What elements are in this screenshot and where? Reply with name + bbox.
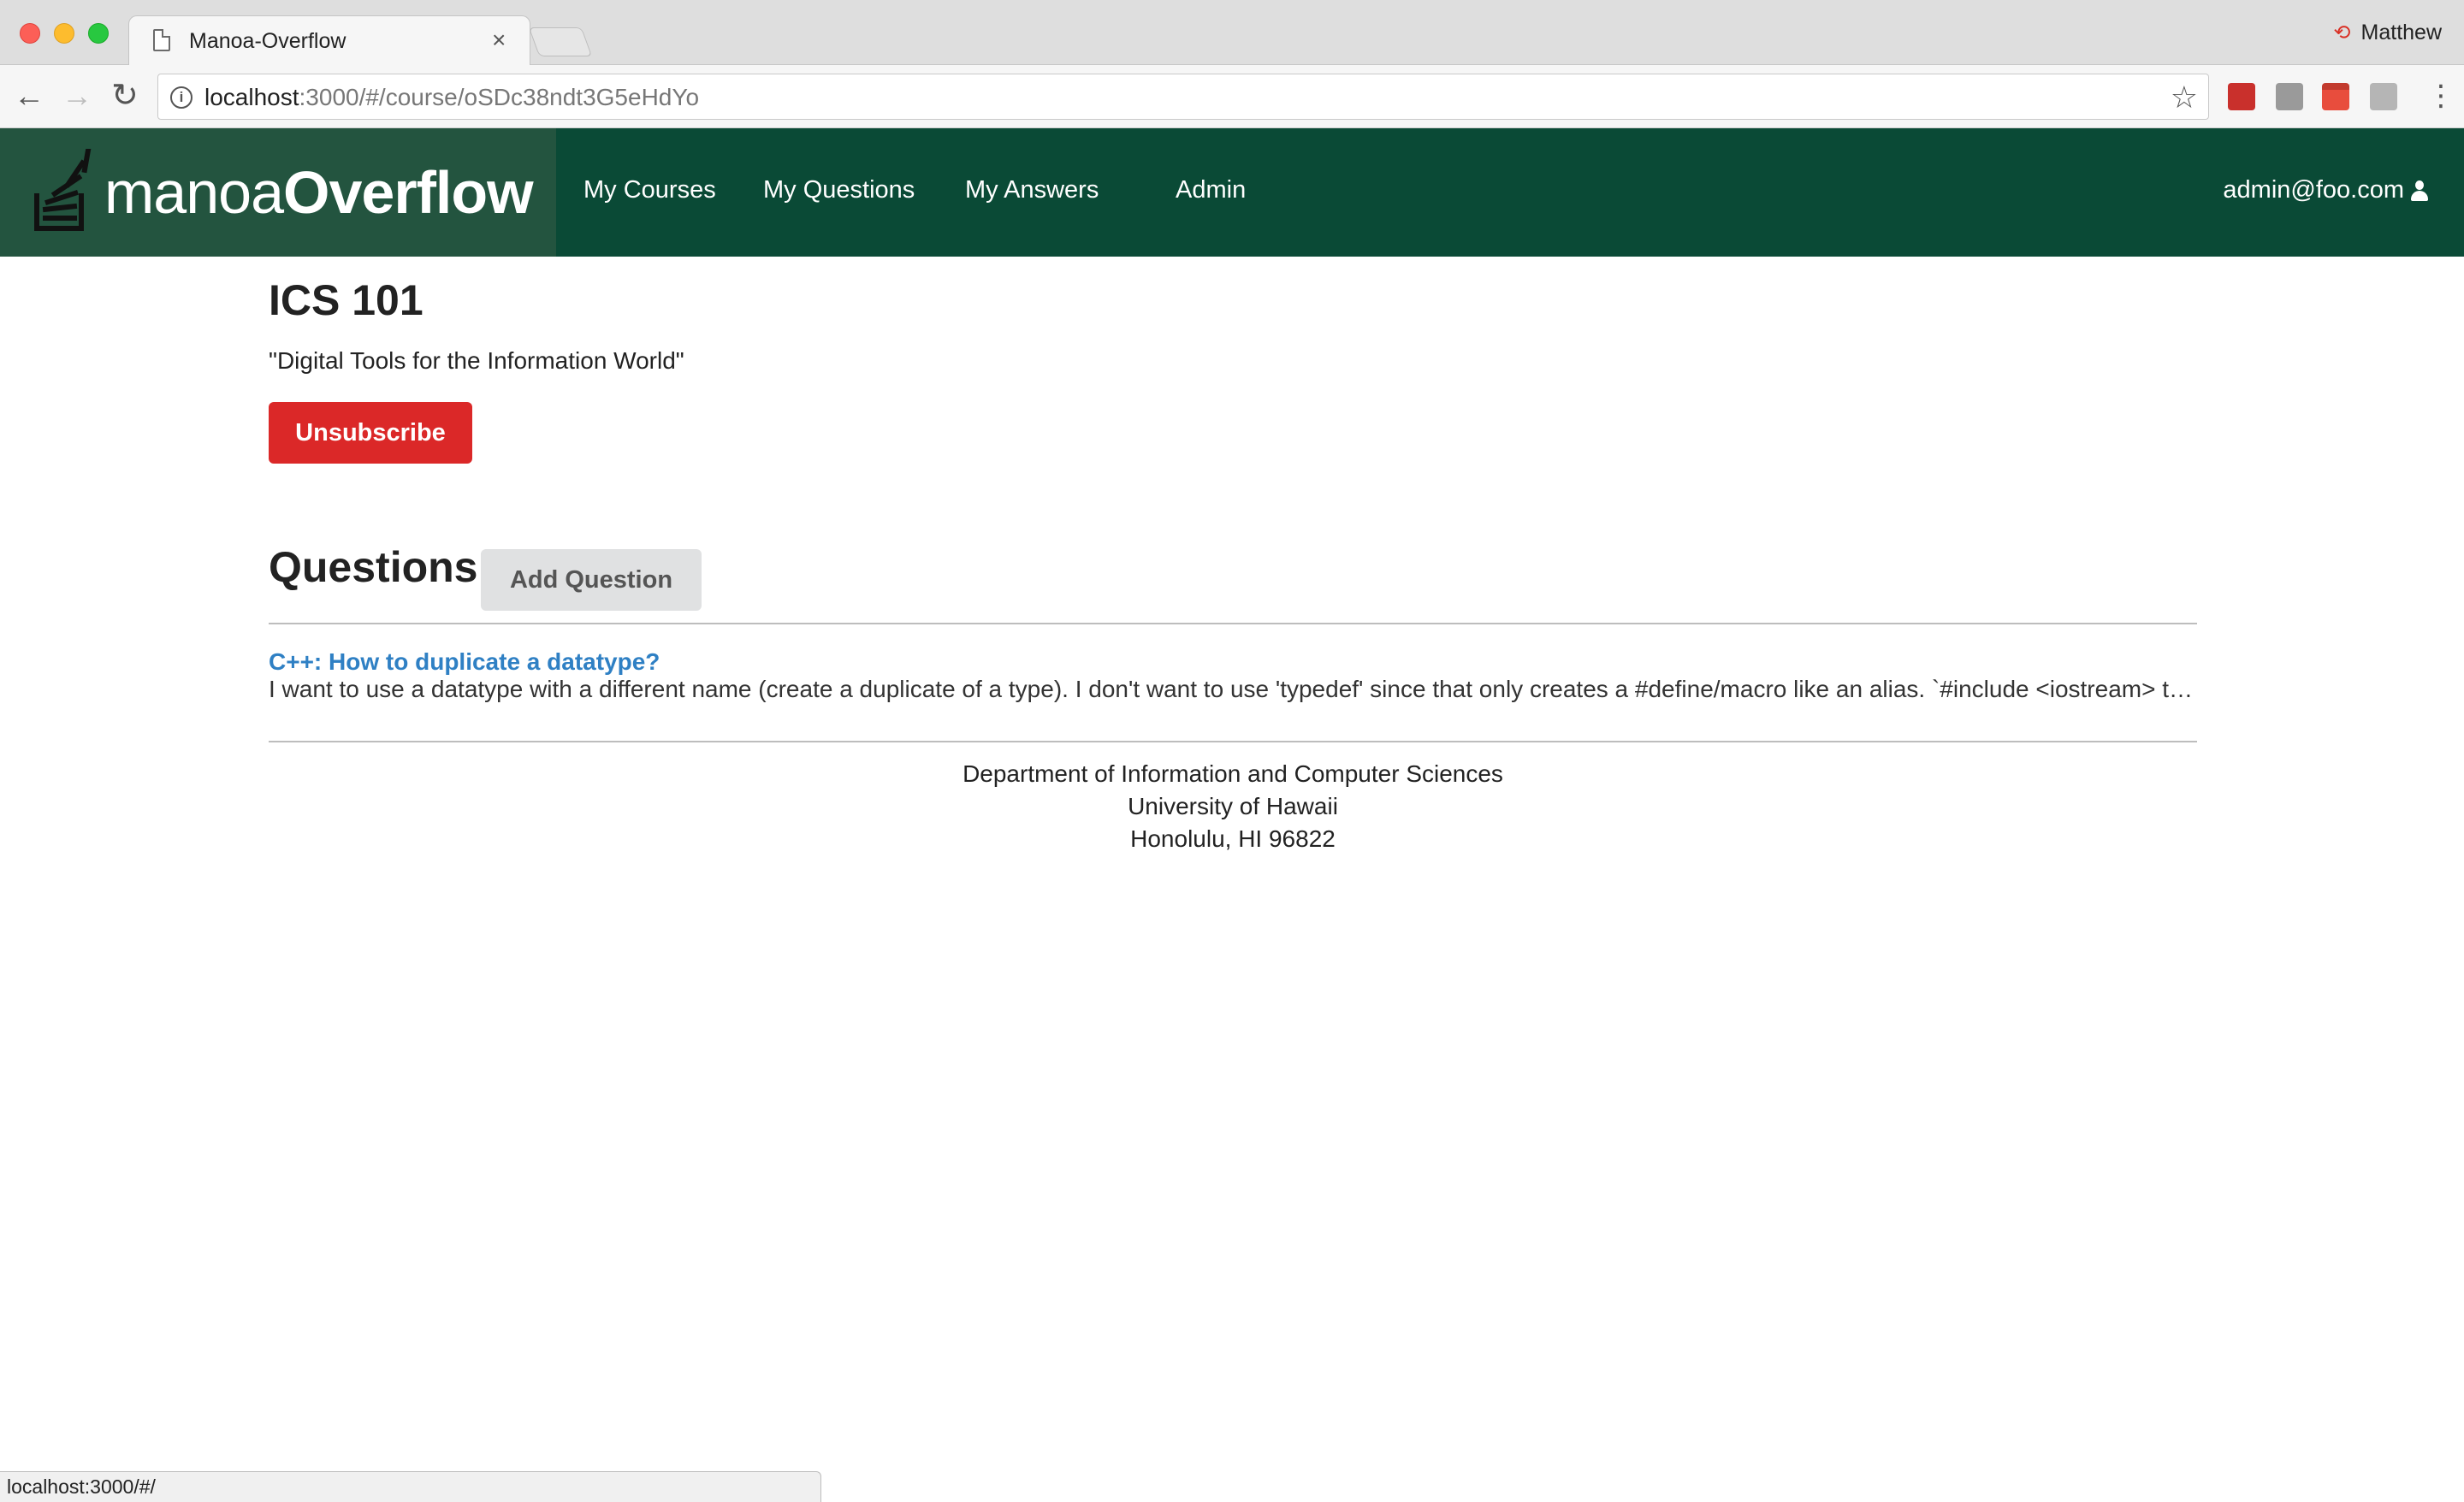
browser-toolbar: ← → ↻ i localhost:3000/#/course/oSDc38nd… (0, 65, 2464, 128)
nav-admin[interactable]: Admin (1176, 176, 1246, 204)
profile-button[interactable]: ⟲ Matthew (2333, 21, 2442, 45)
forward-arrow-icon[interactable]: → (62, 77, 92, 115)
bookmark-star-icon[interactable]: ☆ (2171, 80, 2198, 115)
add-question-button[interactable]: Add Question (481, 549, 702, 611)
footer: Department of Information and Computer S… (269, 758, 2197, 855)
course-title: ICS 101 (269, 276, 424, 324)
nav-my-questions[interactable]: My Questions (763, 176, 915, 204)
status-bar-url: localhost:3000/#/ (0, 1471, 821, 1502)
app-navbar: manoaOverflow My Courses My Questions My… (0, 128, 2464, 257)
reload-icon[interactable]: ↻ (111, 77, 139, 115)
brand-name: manoaOverflow (104, 163, 534, 222)
questions-header: Questions (269, 543, 478, 591)
divider (269, 741, 2197, 742)
back-arrow-icon[interactable]: ← (14, 77, 44, 115)
footer-address: Honolulu, HI 96822 (1130, 825, 1336, 852)
brand-logo[interactable]: manoaOverflow (0, 128, 556, 257)
browser-tab[interactable]: Manoa-Overflow × (128, 15, 530, 65)
url-host: localhost (204, 84, 299, 110)
address-bar[interactable]: i localhost:3000/#/course/oSDc38ndt3G5eH… (157, 74, 2209, 120)
maximize-window-button[interactable] (88, 23, 109, 44)
profile-name: Matthew (2360, 21, 2442, 44)
extension-icon[interactable] (2370, 83, 2397, 110)
url-path: :3000/#/course/oSDc38ndt3G5eHdYo (299, 84, 700, 110)
stack-logo-icon (34, 149, 92, 231)
new-tab-button[interactable] (528, 27, 593, 56)
question-title-link[interactable]: C++: How to duplicate a datatype? (269, 648, 660, 676)
user-icon (2411, 180, 2428, 201)
extension-icon[interactable] (2276, 83, 2303, 110)
browser-tabstrip: Manoa-Overflow × ⟲ Matthew (0, 0, 2464, 65)
nav-my-courses[interactable]: My Courses (583, 176, 716, 204)
brand-name-bold: Overflow (283, 159, 534, 226)
footer-department: Department of Information and Computer S… (962, 760, 1503, 787)
url-text[interactable]: localhost:3000/#/course/oSDc38ndt3G5eHdY… (204, 84, 699, 111)
minimize-window-button[interactable] (54, 23, 74, 44)
footer-university: University of Hawaii (1128, 793, 1338, 819)
user-menu[interactable]: admin@foo.com (2223, 176, 2428, 204)
divider (269, 623, 2197, 624)
info-icon[interactable]: i (170, 86, 192, 109)
nav-my-answers[interactable]: My Answers (965, 176, 1099, 204)
page-icon (153, 29, 170, 51)
calendar-extension-icon[interactable] (2322, 83, 2349, 110)
close-window-button[interactable] (20, 23, 40, 44)
brand-name-light: manoa (104, 159, 284, 226)
close-tab-icon[interactable]: × (492, 27, 506, 54)
extension-icon[interactable] (2228, 83, 2255, 110)
browser-menu-icon[interactable]: ⋮ (2426, 77, 2455, 115)
unsubscribe-button[interactable]: Unsubscribe (269, 402, 472, 464)
question-excerpt: I want to use a datatype with a differen… (269, 676, 2197, 702)
user-email: admin@foo.com (2223, 176, 2404, 204)
tab-title: Manoa-Overflow (189, 29, 346, 53)
sync-icon: ⟲ (2333, 21, 2351, 44)
course-description: "Digital Tools for the Information World… (269, 347, 684, 374)
